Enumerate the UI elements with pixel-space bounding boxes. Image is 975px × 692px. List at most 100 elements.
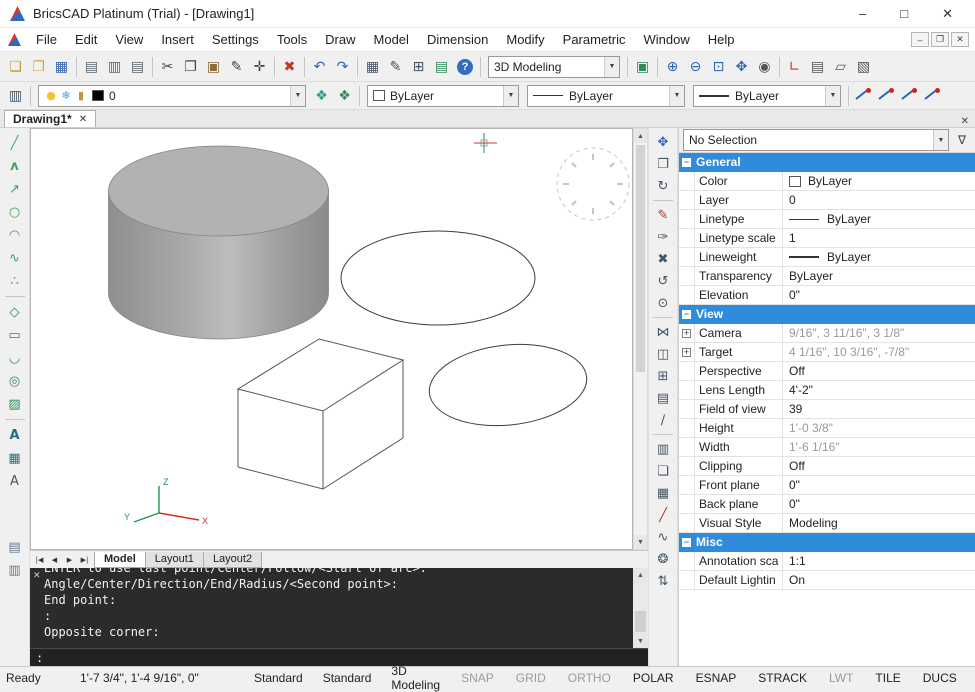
property-value[interactable]: 4'-2" (783, 381, 975, 399)
open-file-icon[interactable]: ❐ (27, 55, 50, 79)
menu-view[interactable]: View (106, 29, 152, 50)
match-properties-icon[interactable]: ✎ (225, 55, 248, 79)
collapse-icon[interactable]: − (682, 158, 691, 167)
edit-entity-icon[interactable]: ✑ (652, 226, 675, 248)
status-toggle-lwt[interactable]: LWT (824, 671, 858, 685)
sheet-icon[interactable]: ▤ (652, 387, 675, 409)
plot-icon[interactable]: ▥ (652, 438, 675, 460)
ellipse-entity[interactable] (425, 337, 590, 433)
command-scrollbar[interactable]: ▲ ▼ (633, 568, 648, 648)
new-file-icon[interactable]: ❏ (4, 55, 27, 79)
annotate-icon[interactable]: ▤ (430, 55, 453, 79)
scrollbar-track[interactable] (633, 582, 648, 634)
undo-icon[interactable]: ↶ (308, 55, 331, 79)
ray-icon[interactable]: ↗ (3, 178, 26, 200)
property-row-target[interactable]: +Target4 1/16", 10 3/16", -7/8" (679, 343, 975, 362)
property-value[interactable]: 0" (783, 495, 975, 513)
property-row-annotation-sca[interactable]: Annotation sca1:1 (679, 552, 975, 571)
mdi-restore-button[interactable]: ❐ (931, 32, 949, 47)
sheet-tab-layout1[interactable]: Layout1 (145, 552, 204, 568)
color-swatch[interactable] (789, 176, 801, 187)
divide-icon[interactable]: ∕ (652, 409, 675, 431)
property-group-general[interactable]: −General (679, 153, 975, 172)
status-toggle-polar[interactable]: POLAR (628, 671, 679, 685)
scrollbar-thumb[interactable] (635, 611, 646, 632)
rotate-icon[interactable]: ↻ (652, 175, 675, 197)
menu-model[interactable]: Model (365, 29, 418, 50)
menu-settings[interactable]: Settings (203, 29, 268, 50)
layer-select[interactable]: ●❄▮ 0 ▼ (38, 85, 306, 107)
menu-dimension[interactable]: Dimension (418, 29, 497, 50)
clean-screen-icon[interactable]: ▣ (631, 55, 654, 79)
property-row-layer[interactable]: Layer0 (679, 191, 975, 210)
chevron-down-icon[interactable]: ▼ (933, 130, 948, 150)
scroll-up-icon[interactable]: ▲ (633, 568, 648, 582)
property-value[interactable]: ByLayer (783, 248, 975, 266)
nearest-snap-icon[interactable] (921, 84, 944, 108)
sheet-tab-layout2[interactable]: Layout2 (203, 552, 262, 568)
undo-erase-icon[interactable]: ↺ (652, 270, 675, 292)
copy-icon[interactable]: ❐ (179, 55, 202, 79)
zoom-window-icon[interactable]: ⊡ (707, 55, 730, 79)
center-point-icon[interactable]: ⊙ (652, 292, 675, 314)
ellipse-arc-icon[interactable]: ◡ (3, 347, 26, 369)
swap-order-icon[interactable]: ⇅ (652, 570, 675, 592)
canvas-vertical-scrollbar[interactable]: ▲ ▼ (633, 128, 648, 550)
zoom-in-icon[interactable]: ⊕ (661, 55, 684, 79)
chevron-down-icon[interactable]: ▼ (604, 57, 619, 77)
menu-window[interactable]: Window (635, 29, 699, 50)
layer-lock-icon[interactable]: ▮ (74, 87, 88, 105)
mirror-icon[interactable]: ⋈ (652, 321, 675, 343)
filter-icon[interactable]: ∇ (953, 131, 971, 149)
edit-reference-icon[interactable]: ✎ (384, 55, 407, 79)
last-sheet-button[interactable]: ▶| (77, 556, 92, 564)
first-sheet-button[interactable]: |◀ (32, 556, 47, 564)
look-around-icon[interactable]: ◉ (753, 55, 776, 79)
scroll-down-icon[interactable]: ▼ (634, 535, 647, 549)
property-row-color[interactable]: ColorByLayer (679, 172, 975, 191)
prev-sheet-button[interactable]: ◀ (47, 556, 62, 564)
array-icon[interactable]: ⊞ (652, 365, 675, 387)
point-icon[interactable]: ∴ (3, 270, 26, 292)
property-value[interactable]: On (783, 571, 975, 589)
property-value[interactable]: 39 (783, 400, 975, 418)
property-row-field-of-view[interactable]: Field of view39 (679, 400, 975, 419)
status-field-standard-1[interactable]: Standard (319, 671, 376, 685)
menu-modify[interactable]: Modify (497, 29, 553, 50)
paste-clipboard-icon[interactable]: ▤ (3, 536, 26, 558)
sheet-manager-icon[interactable]: ▦ (361, 55, 384, 79)
property-row-transparency[interactable]: TransparencyByLayer (679, 267, 975, 286)
scrollbar-thumb[interactable] (636, 145, 645, 372)
visual-styles-icon[interactable]: ▧ (852, 55, 875, 79)
command-input[interactable]: : (30, 648, 648, 666)
color-select[interactable]: ByLayer ▼ (367, 85, 519, 107)
help-icon[interactable]: ? (457, 59, 473, 75)
chevron-down-icon[interactable]: ▼ (825, 86, 840, 106)
midpoint-snap-icon[interactable] (875, 84, 898, 108)
pan-icon[interactable]: ✥ (730, 55, 753, 79)
zoom-out-icon[interactable]: ⊖ (684, 55, 707, 79)
property-row-perspective[interactable]: PerspectiveOff (679, 362, 975, 381)
command-history-panel[interactable]: ✕ ENTER to use last point/Center/Follow/… (30, 568, 648, 648)
polyline-icon[interactable]: ʌ (3, 155, 26, 177)
named-views-icon[interactable]: ▤ (806, 55, 829, 79)
blocks-icon[interactable]: ▦ (652, 482, 675, 504)
property-value[interactable]: 0" (783, 286, 975, 304)
save-icon[interactable]: ▦ (50, 55, 73, 79)
menu-edit[interactable]: Edit (66, 29, 106, 50)
donut-icon[interactable]: ◎ (3, 370, 26, 392)
scroll-down-icon[interactable]: ▼ (633, 634, 648, 648)
render-box-icon[interactable]: ▱ (829, 55, 852, 79)
cut-icon[interactable]: ✂ (156, 55, 179, 79)
polyline-edit-icon[interactable]: ∿ (652, 526, 675, 548)
ucs-toggle-icon[interactable]: ∟ (783, 55, 806, 79)
property-value[interactable]: ByLayer (783, 210, 975, 228)
panel-close-icon[interactable]: ✕ (961, 116, 975, 127)
slice-icon[interactable]: ╱ (652, 504, 675, 526)
collapse-icon[interactable]: − (682, 538, 691, 547)
scroll-up-icon[interactable]: ▲ (634, 129, 647, 143)
workspace-select[interactable]: 3D Modeling ▼ (488, 56, 620, 78)
property-row-linetype-scale[interactable]: Linetype scale1 (679, 229, 975, 248)
menu-file[interactable]: File (27, 29, 66, 50)
expand-icon[interactable]: + (682, 348, 691, 357)
